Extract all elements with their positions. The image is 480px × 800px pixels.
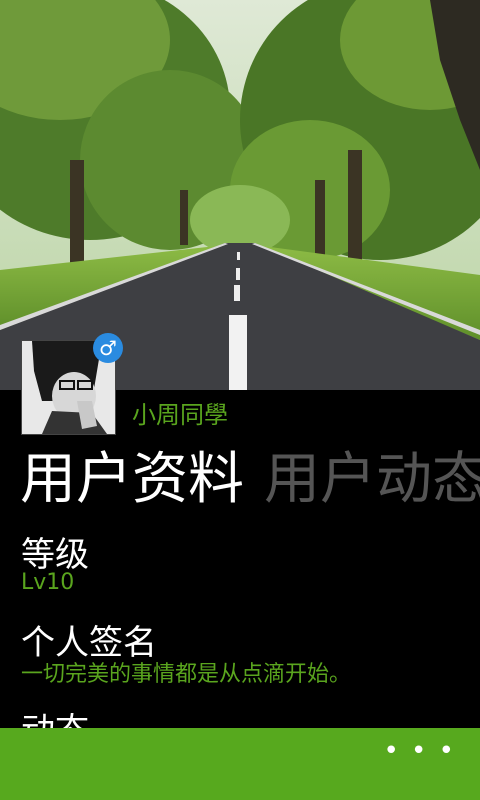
profile-cover-photo	[0, 0, 480, 390]
tab-user-profile[interactable]: 用户资料	[20, 440, 244, 520]
signature-value: 一切完美的事情都是从点滴开始。	[21, 662, 352, 687]
tab-user-activity[interactable]: 用户动态	[264, 440, 480, 520]
application-bar: • • •	[0, 728, 480, 800]
more-dots-icon[interactable]: • • •	[383, 736, 456, 766]
level-label: 等级	[21, 535, 89, 575]
username: 小周同學	[132, 401, 228, 429]
pivot-header: 用户资料 用户动态	[20, 440, 480, 520]
male-icon: ♂	[93, 333, 123, 363]
level-value: Lv10	[21, 570, 75, 595]
